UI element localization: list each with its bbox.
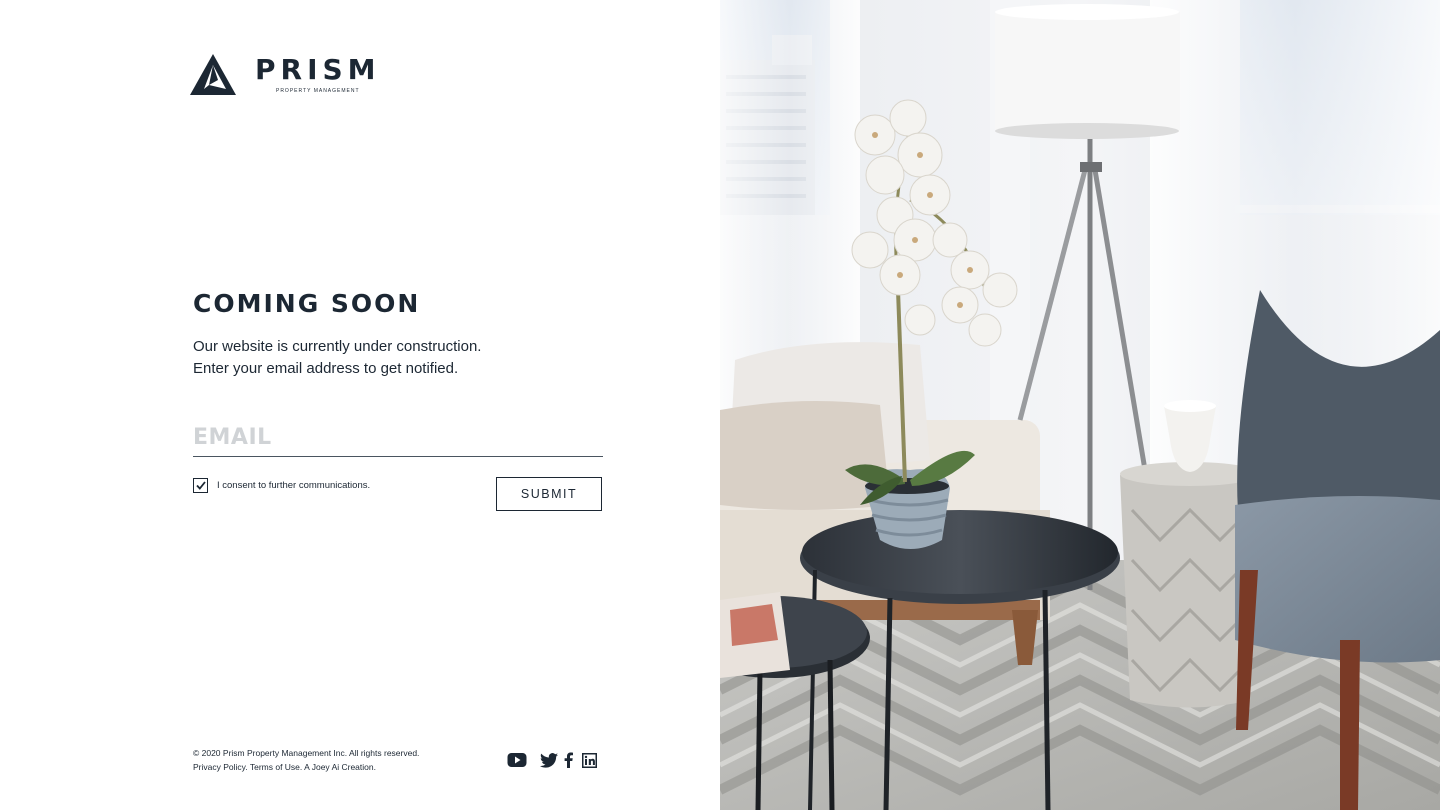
page-title: COMING SOON	[193, 289, 421, 318]
footer-links[interactable]: Privacy Policy. Terms of Use. A Joey Ai …	[193, 760, 419, 774]
logo-tagline: PROPERTY MANAGEMENT	[275, 88, 360, 94]
email-field-wrapper	[193, 418, 603, 457]
description: Our website is currently under construct…	[193, 336, 481, 380]
prism-logo-icon	[190, 54, 236, 95]
email-input[interactable]	[193, 418, 603, 456]
social-links	[507, 752, 597, 768]
description-line-1: Our website is currently under construct…	[193, 338, 482, 355]
facebook-icon[interactable]	[564, 752, 573, 768]
consent-row: I consent to further communications.	[193, 478, 370, 493]
footer: © 2020 Prism Property Management Inc. Al…	[193, 746, 419, 774]
logo-name: PRISM	[255, 53, 381, 86]
consent-label[interactable]: I consent to further communications.	[217, 480, 370, 491]
interior-photo	[720, 0, 1440, 810]
content-panel: PRISM PROPERTY MANAGEMENT COMING SOON Ou…	[0, 0, 720, 810]
youtube-icon[interactable]	[507, 752, 527, 768]
copyright-text: © 2020 Prism Property Management Inc. Al…	[193, 748, 420, 758]
checkmark-icon	[195, 481, 206, 490]
twitter-icon[interactable]	[540, 752, 558, 768]
linkedin-icon[interactable]	[582, 752, 597, 768]
consent-checkbox[interactable]	[193, 478, 208, 493]
hero-image	[720, 0, 1440, 810]
prism-logo[interactable]: PRISM PROPERTY MANAGEMENT	[188, 52, 381, 98]
description-line-2: Enter your email address to get notified…	[193, 360, 459, 377]
logo-wordmark: PRISM PROPERTY MANAGEMENT	[255, 56, 381, 94]
submit-button[interactable]: SUBMIT	[496, 477, 602, 511]
